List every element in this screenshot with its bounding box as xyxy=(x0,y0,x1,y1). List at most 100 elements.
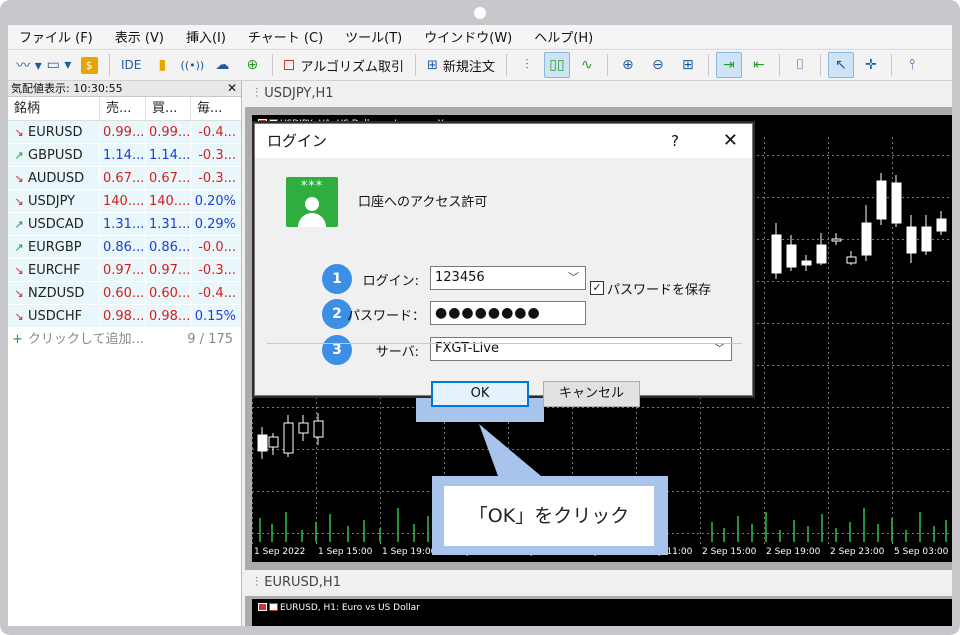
add-symbol-label: クリックして追加... xyxy=(27,332,144,347)
symbol-label: USDCAD xyxy=(28,217,84,232)
new-order-button[interactable]: ⊞ 新規注文 xyxy=(423,52,499,78)
symbol-row-nzdusd[interactable]: ↘ NZDUSD 0.60... 0.60... -0.4... xyxy=(8,282,241,305)
menu-help[interactable]: ヘルプ(H) xyxy=(523,27,604,46)
symbol-row-usdcad[interactable]: ↗ USDCAD 1.31... 1.31... 0.29% xyxy=(8,213,241,236)
help-button[interactable]: ? xyxy=(671,124,679,158)
toolbar: 〰 ▾ ▭ ▾ $ IDE ▮ ((•)) ☁ ⊕ アルゴリズム取引 ⊞ 新規注文… xyxy=(8,49,952,81)
shopping-bag-icon: ▮ xyxy=(158,57,167,73)
line-chart-button[interactable]: ∿ xyxy=(574,52,600,78)
symbol-row-gbpusd[interactable]: ↗ GBPUSD 1.14... 1.14... -0.3... xyxy=(8,144,241,167)
symbol-row-usdchf[interactable]: ↘ USDCHF 0.98... 0.98... 0.15% xyxy=(8,305,241,328)
symbol-row-eurusd[interactable]: ↘ EURUSD 0.99... 0.99... -0.4... xyxy=(8,121,241,144)
algo-trading-button[interactable]: アルゴリズム取引 xyxy=(280,52,408,78)
column-daily-change[interactable]: 毎... xyxy=(191,97,240,120)
close-icon[interactable]: ✕ xyxy=(227,81,237,96)
bar-chart-button[interactable]: ⫶ xyxy=(514,52,540,78)
cursor-button[interactable]: ↖ xyxy=(827,52,854,78)
bid-value: 0.86... xyxy=(100,236,146,258)
plus-icon: + xyxy=(12,332,23,347)
dialog-titlebar: ログイン ? ✕ xyxy=(255,124,752,158)
server-combobox[interactable]: FXGT-Live ﹀ xyxy=(430,337,732,361)
autoscroll-button[interactable]: ⇥ xyxy=(715,52,742,78)
globe-plus-icon: ⊕ xyxy=(246,57,259,73)
vps-button[interactable]: ☁ xyxy=(209,52,235,78)
signals-button[interactable]: ((•)) xyxy=(179,52,205,78)
menu-insert[interactable]: 挿入(I) xyxy=(175,27,237,46)
bid-value: 0.60... xyxy=(100,282,146,304)
symbol-label: EURCHF xyxy=(28,263,81,278)
cancel-button[interactable]: キャンセル xyxy=(543,381,640,407)
zoom-in-button[interactable]: ⊕ xyxy=(615,52,641,78)
x-tick-label: 1 Sep 19:00 xyxy=(382,547,437,557)
toolbar-separator xyxy=(109,54,110,76)
tile-windows-button[interactable]: ⊞ xyxy=(675,52,701,78)
x-tick-label: 2 Sep 15:00 xyxy=(702,547,757,557)
symbol-name: ↘ EURUSD xyxy=(8,121,100,143)
vertical-line-icon: ⫯ xyxy=(908,57,915,73)
login-combobox[interactable]: 123456 ﹀ xyxy=(430,266,586,290)
arrow-down-icon: ↘ xyxy=(14,195,24,208)
flag-icon xyxy=(258,603,267,611)
menu-window[interactable]: ウインドウ(W) xyxy=(413,27,523,46)
add-symbol-link[interactable]: + クリックして追加... xyxy=(12,328,144,352)
camera-dot xyxy=(474,7,486,19)
chart-tab-eurusd[interactable]: ⫶ EURUSD,H1 xyxy=(245,570,952,596)
column-symbol[interactable]: 銘柄 xyxy=(8,97,100,120)
candlestick-button[interactable]: ▯▯ xyxy=(543,52,570,78)
chart-title: EURUSD, H1: Euro vs US Dollar xyxy=(258,603,420,613)
login-label: ログイン: xyxy=(362,274,419,289)
user-body xyxy=(298,213,326,227)
symbol-name: ↗ GBPUSD xyxy=(8,144,100,166)
symbol-row-audusd[interactable]: ↘ AUDUSD 0.67... 0.67... -0.3... xyxy=(8,167,241,190)
menu-view[interactable]: 表示 (V) xyxy=(104,27,175,46)
menu-chart[interactable]: チャート (C) xyxy=(237,27,334,46)
bid-value: 1.31... xyxy=(100,213,146,235)
save-password-checkbox[interactable]: ✓ xyxy=(590,281,604,295)
x-tick-label: 1 Sep 15:00 xyxy=(318,547,373,557)
change-value: -0.3... xyxy=(198,263,236,278)
menu-tools[interactable]: ツール(T) xyxy=(334,27,413,46)
chart-shift-button[interactable]: ⇤ xyxy=(746,52,772,78)
arrow-up-icon: ↗ xyxy=(14,241,24,254)
login-value: 123456 xyxy=(435,270,485,285)
chart-template-icon: ▭ ▾ xyxy=(46,57,72,73)
column-ask[interactable]: 買... xyxy=(146,97,191,120)
password-value: ●●●●●●●● xyxy=(435,305,541,321)
bid-value: 0.67... xyxy=(100,167,146,189)
chevron-down-icon[interactable]: ﹀ xyxy=(714,338,725,360)
chart-type-dropdown[interactable]: 〰 ▾ xyxy=(16,52,42,78)
chevron-down-icon[interactable]: ﹀ xyxy=(568,267,579,289)
symbol-row-eurgbp[interactable]: ↗ EURGBP 0.86... 0.86... -0.0... xyxy=(8,236,241,259)
device-frame: ファイル (F) 表示 (V) 挿入(I) チャート (C) ツール(T) ウイ… xyxy=(0,0,960,635)
vertical-line-button[interactable]: ⫯ xyxy=(899,52,925,78)
symbol-name: ↘ NZDUSD xyxy=(8,282,100,304)
bid-value: 1.14... xyxy=(100,144,146,166)
arrow-up-icon: ↗ xyxy=(14,218,24,231)
ok-button[interactable]: OK xyxy=(431,381,529,407)
password-label: パスワード： xyxy=(347,309,426,324)
change-value: -0.0... xyxy=(198,240,236,255)
column-bid[interactable]: 売... xyxy=(100,97,146,120)
community-button[interactable]: ⊕ xyxy=(239,52,265,78)
menu-file[interactable]: ファイル (F) xyxy=(8,27,104,46)
save-password-label[interactable]: パスワードを保存 xyxy=(607,279,711,298)
templates-dropdown[interactable]: ▭ ▾ xyxy=(46,52,72,78)
eurusd-chart[interactable]: EURUSD, H1: Euro vs US Dollar xyxy=(252,599,952,626)
ide-button[interactable]: IDE xyxy=(117,52,145,78)
crosshair-button[interactable]: ✛ xyxy=(858,52,884,78)
close-icon[interactable]: ✕ xyxy=(723,124,738,158)
chart-tab-usdjpy[interactable]: ⫶ USDJPY,H1 xyxy=(245,81,952,107)
change-value: 0.15% xyxy=(194,309,236,324)
screenshot-button[interactable]: ⌷ xyxy=(787,52,813,78)
x-tick-label: 1 Sep 2022 xyxy=(254,547,306,557)
symbol-row-usdjpy[interactable]: ↘ USDJPY 140.... 140.... 0.20% xyxy=(8,190,241,213)
dialog-title: ログイン xyxy=(267,132,328,150)
crosshair-icon: ✛ xyxy=(865,57,877,73)
step-badge-3: 3 xyxy=(322,335,352,365)
trading-button[interactable]: $ xyxy=(76,52,102,78)
grid-icon: ⊞ xyxy=(682,57,694,73)
market-button[interactable]: ▮ xyxy=(149,52,175,78)
zoom-out-button[interactable]: ⊖ xyxy=(645,52,671,78)
password-field[interactable]: ●●●●●●●● xyxy=(430,301,586,325)
symbol-row-eurchf[interactable]: ↘ EURCHF 0.97... 0.97... -0.3... xyxy=(8,259,241,282)
